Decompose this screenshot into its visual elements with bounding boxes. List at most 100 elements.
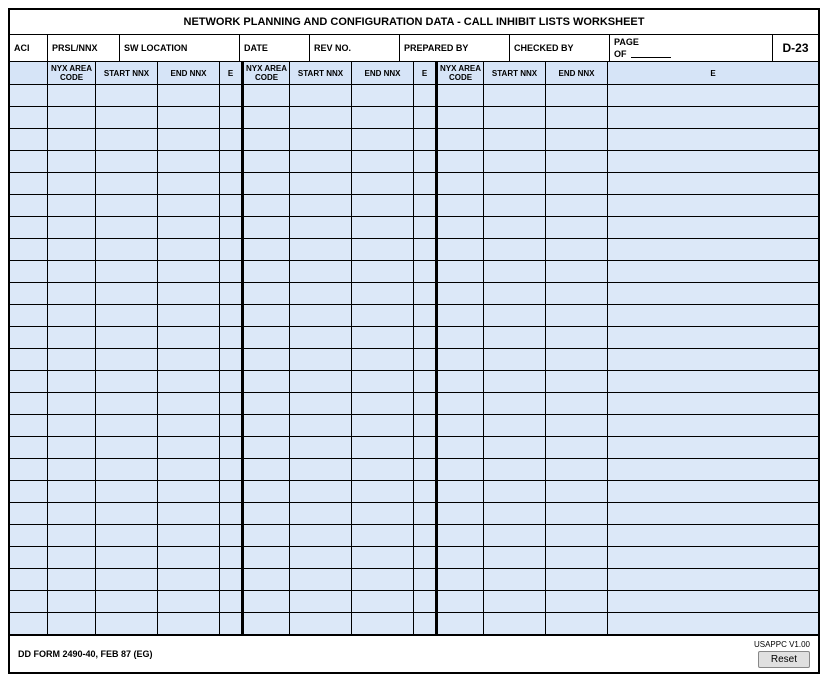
cell-nyx-3 <box>436 195 484 216</box>
prsl-header: PRSL/NNX <box>48 35 120 61</box>
cell-nyx-1 <box>48 459 96 480</box>
table-row <box>10 129 818 151</box>
cell-end-1 <box>158 261 220 282</box>
checked-header: CHECKED BY <box>510 35 610 61</box>
cell-nyx-3 <box>436 525 484 546</box>
cell-start-1 <box>96 283 158 304</box>
cell-nyx-2 <box>242 217 290 238</box>
cell-nyx-1 <box>48 569 96 590</box>
cell-e-3 <box>608 305 818 326</box>
page-header: PAGE OF <box>610 35 773 61</box>
cell-e-1 <box>220 459 242 480</box>
cell-start-2 <box>290 569 352 590</box>
cell-end-3 <box>546 239 608 260</box>
cell-end-2 <box>352 437 414 458</box>
table-row <box>10 525 818 547</box>
cell-e-2 <box>414 481 436 502</box>
cell-e-2 <box>414 239 436 260</box>
cell-e-2 <box>414 437 436 458</box>
cell-start-2 <box>290 195 352 216</box>
cell-end-3 <box>546 547 608 568</box>
cell-start-3 <box>484 217 546 238</box>
cell-e-1 <box>220 239 242 260</box>
cell-start-1 <box>96 371 158 392</box>
cell-nyx-1 <box>48 327 96 348</box>
cell-e-1 <box>220 569 242 590</box>
cell-end-3 <box>546 393 608 414</box>
cell-e-3 <box>608 107 818 128</box>
cell-start-2 <box>290 591 352 612</box>
table-row <box>10 239 818 261</box>
cell-aci <box>10 107 48 128</box>
cell-end-3 <box>546 371 608 392</box>
cell-nyx-2 <box>242 107 290 128</box>
table-row <box>10 415 818 437</box>
cell-e-3 <box>608 151 818 172</box>
date-header: DATE <box>240 35 310 61</box>
cell-e-3 <box>608 569 818 590</box>
cell-e-1 <box>220 613 242 634</box>
cell-e-3 <box>608 481 818 502</box>
col-e-3: E <box>608 62 818 84</box>
cell-e-3 <box>608 393 818 414</box>
cell-nyx-2 <box>242 305 290 326</box>
cell-end-1 <box>158 217 220 238</box>
cell-end-1 <box>158 459 220 480</box>
cell-nyx-2 <box>242 239 290 260</box>
reset-button[interactable]: Reset <box>758 651 810 668</box>
cell-e-3 <box>608 591 818 612</box>
cell-aci <box>10 503 48 524</box>
cell-e-1 <box>220 503 242 524</box>
cell-nyx-3 <box>436 129 484 150</box>
page-label: PAGE <box>614 37 639 47</box>
cell-start-1 <box>96 525 158 546</box>
cell-start-3 <box>484 547 546 568</box>
cell-end-2 <box>352 261 414 282</box>
table-row <box>10 569 818 591</box>
cell-end-2 <box>352 371 414 392</box>
cell-start-3 <box>484 151 546 172</box>
cell-e-2 <box>414 547 436 568</box>
cell-start-1 <box>96 547 158 568</box>
cell-nyx-1 <box>48 283 96 304</box>
cell-nyx-2 <box>242 459 290 480</box>
cell-nyx-1 <box>48 305 96 326</box>
cell-start-2 <box>290 327 352 348</box>
cell-nyx-3 <box>436 305 484 326</box>
cell-end-3 <box>546 151 608 172</box>
cell-nyx-2 <box>242 569 290 590</box>
worksheet-title: NETWORK PLANNING AND CONFIGURATION DATA … <box>10 10 818 35</box>
cell-end-2 <box>352 151 414 172</box>
cell-end-1 <box>158 129 220 150</box>
cell-nyx-2 <box>242 481 290 502</box>
cell-end-2 <box>352 503 414 524</box>
cell-nyx-2 <box>242 371 290 392</box>
table-row <box>10 591 818 613</box>
cell-e-1 <box>220 327 242 348</box>
cell-end-3 <box>546 261 608 282</box>
cell-nyx-1 <box>48 239 96 260</box>
cell-e-3 <box>608 261 818 282</box>
cell-e-2 <box>414 283 436 304</box>
cell-e-1 <box>220 437 242 458</box>
col-end-2: END NNX <box>352 62 414 84</box>
cell-start-3 <box>484 195 546 216</box>
cell-nyx-2 <box>242 591 290 612</box>
cell-nyx-2 <box>242 349 290 370</box>
cell-e-2 <box>414 327 436 348</box>
cell-nyx-1 <box>48 591 96 612</box>
header-row: ACI PRSL/NNX SW LOCATION DATE REV NO. PR… <box>10 35 818 62</box>
cell-e-3 <box>608 547 818 568</box>
cell-nyx-1 <box>48 481 96 502</box>
cell-nyx-1 <box>48 393 96 414</box>
col-start-3: START NNX <box>484 62 546 84</box>
cell-nyx-2 <box>242 129 290 150</box>
cell-start-1 <box>96 107 158 128</box>
cell-start-2 <box>290 393 352 414</box>
cell-start-2 <box>290 459 352 480</box>
footer-right: USAPPC V1.00 Reset <box>754 640 810 668</box>
cell-e-2 <box>414 613 436 634</box>
cell-e-3 <box>608 173 818 194</box>
cell-end-2 <box>352 481 414 502</box>
cell-end-1 <box>158 327 220 348</box>
